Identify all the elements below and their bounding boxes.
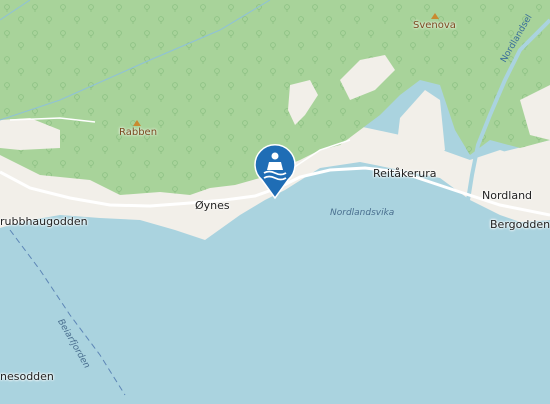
map-layers [0, 0, 550, 400]
place-reitakerura[interactable]: Reitåkerura [373, 168, 437, 179]
water-nordlandsvika: Nordlandsvika [330, 208, 395, 218]
place-nesodden[interactable]: nesodden [0, 371, 54, 382]
map-canvas[interactable]: Rabben Svenova Nordlandsel Reitåkerura N… [0, 0, 550, 400]
place-nordland[interactable]: Nordland [482, 190, 532, 201]
place-bergodden[interactable]: Bergodden [490, 219, 550, 230]
place-rabben[interactable]: Rabben [119, 128, 157, 138]
place-svenova[interactable]: Svenova [413, 21, 456, 31]
place-oynes[interactable]: Øynes [195, 200, 230, 211]
place-stubbhaugodden[interactable]: rubbhaugodden [0, 216, 88, 227]
